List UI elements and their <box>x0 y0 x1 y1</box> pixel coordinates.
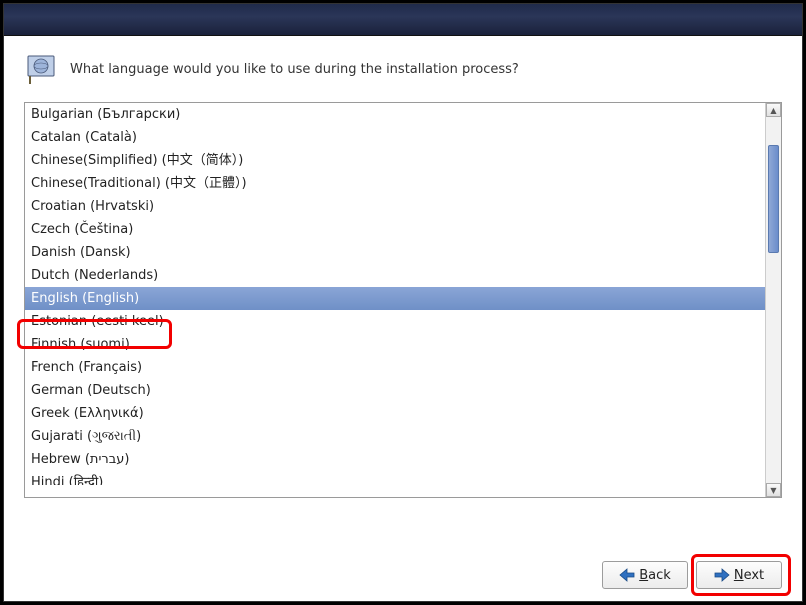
back-button[interactable]: Back <box>602 561 688 589</box>
list-item[interactable]: Catalan (Català) <box>25 126 765 149</box>
list-item[interactable]: Estonian (eesti keel) <box>25 310 765 333</box>
installer-window: What language would you like to use duri… <box>3 3 803 602</box>
next-button[interactable]: Next <box>696 561 782 589</box>
list-item[interactable]: Finnish (suomi) <box>25 333 765 356</box>
language-list-viewport: Bulgarian (Български)Catalan (Català)Chi… <box>25 103 765 497</box>
flag-icon <box>26 54 58 86</box>
title-bar <box>4 4 802 36</box>
list-item[interactable]: Dutch (Nederlands) <box>25 264 765 287</box>
language-list: Bulgarian (Български)Catalan (Català)Chi… <box>24 102 782 498</box>
list-item[interactable]: Chinese(Traditional) (中文（正體）) <box>25 172 765 195</box>
next-label: Next <box>734 568 764 583</box>
vertical-scrollbar[interactable]: ▲ ▼ <box>765 103 781 497</box>
list-item[interactable]: Danish (Dansk) <box>25 241 765 264</box>
list-item[interactable]: Croatian (Hrvatski) <box>25 195 765 218</box>
scroll-down-button[interactable]: ▼ <box>766 483 781 497</box>
list-item[interactable]: French (Français) <box>25 356 765 379</box>
list-item[interactable]: Gujarati (ગુજરાતી) <box>25 425 765 448</box>
back-label: Back <box>639 568 671 583</box>
list-item[interactable]: German (Deutsch) <box>25 379 765 402</box>
list-item[interactable]: Greek (Ελληνικά) <box>25 402 765 425</box>
arrow-left-icon <box>619 568 635 582</box>
scroll-up-button[interactable]: ▲ <box>766 103 781 117</box>
list-item[interactable]: Chinese(Simplified) (中文（简体）) <box>25 149 765 172</box>
list-item[interactable]: English (English) <box>25 287 765 310</box>
arrow-right-icon <box>714 568 730 582</box>
list-item[interactable]: Hindi (हिन्दी) <box>25 471 765 485</box>
wizard-buttons: Back Next <box>602 561 782 589</box>
scroll-thumb[interactable] <box>768 145 779 253</box>
prompt-text: What language would you like to use duri… <box>70 61 519 79</box>
list-item[interactable]: Hebrew (עברית) <box>25 448 765 471</box>
list-item[interactable]: Bulgarian (Български) <box>25 103 765 126</box>
list-item[interactable]: Czech (Čeština) <box>25 218 765 241</box>
prompt-area: What language would you like to use duri… <box>4 36 802 98</box>
